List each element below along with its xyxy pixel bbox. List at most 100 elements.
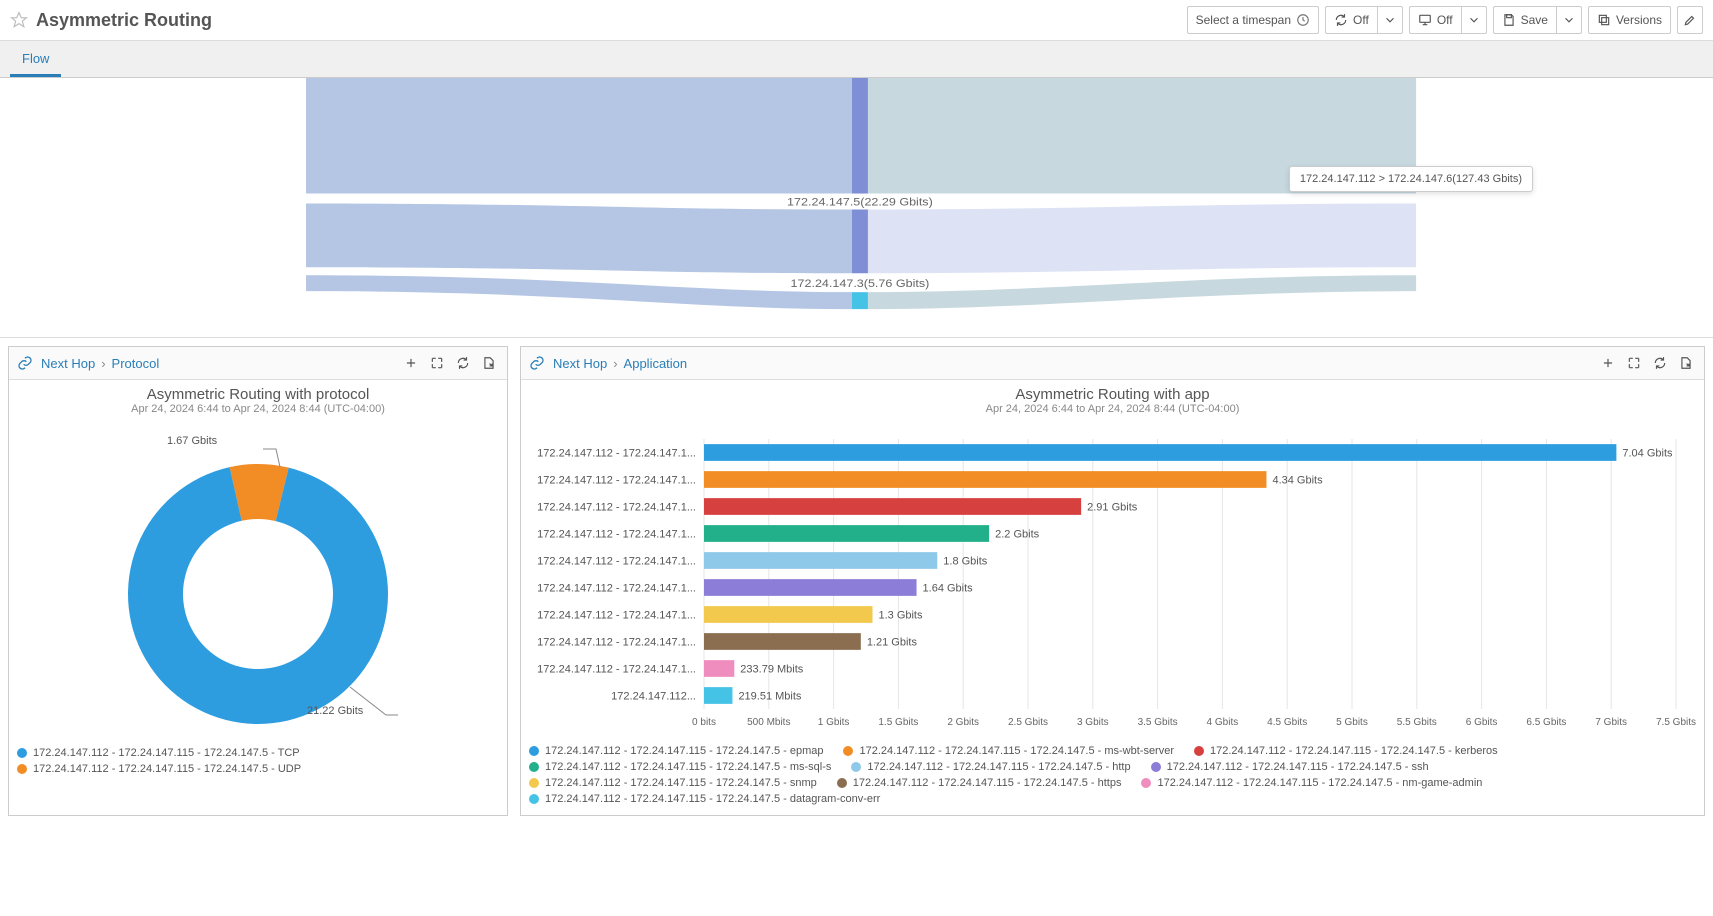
- sankey-label-mid: 172.24.147.5(22.29 Gbits): [787, 196, 933, 208]
- legend-item[interactable]: 172.24.147.112 - 172.24.147.115 - 172.24…: [837, 777, 1122, 789]
- panel-export-button[interactable]: [1676, 353, 1696, 373]
- legend-item[interactable]: 172.24.147.112 - 172.24.147.115 - 172.24…: [843, 745, 1174, 757]
- panel-expand-button[interactable]: [1624, 353, 1644, 373]
- panel-protocol: Next Hop › Protocol Asymmetric Routing w…: [8, 346, 508, 816]
- legend-label: 172.24.147.112 - 172.24.147.115 - 172.24…: [867, 761, 1130, 773]
- legend-item[interactable]: 172.24.147.112 - 172.24.147.115 - 172.24…: [1141, 777, 1482, 789]
- x-tick-label: 1.5 Gbits: [878, 717, 918, 728]
- y-tick-label: 172.24.147.112 - 172.24.147.1...: [537, 502, 696, 514]
- legend-item[interactable]: 172.24.147.112 - 172.24.147.115 - 172.24…: [1151, 761, 1429, 773]
- x-tick-label: 5 Gbits: [1336, 717, 1368, 728]
- x-tick-label: 3.5 Gbits: [1138, 717, 1178, 728]
- bar[interactable]: [704, 633, 861, 650]
- crumb-protocol[interactable]: Protocol: [112, 356, 160, 371]
- legend-label: 172.24.147.112 - 172.24.147.115 - 172.24…: [1210, 745, 1498, 757]
- bar[interactable]: [704, 471, 1266, 488]
- bar[interactable]: [704, 687, 732, 704]
- sankey-label-bot: 172.24.147.3(5.76 Gbits): [791, 278, 930, 290]
- x-tick-label: 0 bits: [692, 717, 716, 728]
- legend-item[interactable]: 172.24.147.112 - 172.24.147.115 - 172.24…: [1194, 745, 1498, 757]
- swatch-icon: [529, 794, 539, 804]
- bar-value-label: 1.64 Gbits: [923, 583, 974, 595]
- tvmode-button[interactable]: Off: [1409, 6, 1462, 34]
- legend-item[interactable]: 172.24.147.112 - 172.24.147.115 - 172.24…: [529, 793, 880, 805]
- sankey-chart[interactable]: 172.24.147.5(22.29 Gbits) 172.24.147.3(5…: [0, 78, 1713, 338]
- swatch-icon: [17, 764, 27, 774]
- panel-refresh-button[interactable]: [453, 353, 473, 373]
- autorefresh-menu[interactable]: [1377, 6, 1403, 34]
- bar-value-label: 4.34 Gbits: [1272, 475, 1323, 487]
- donut-label-tcp: 21.22 Gbits: [307, 705, 363, 717]
- tabs: Flow: [0, 41, 1713, 78]
- versions-button[interactable]: Versions: [1588, 6, 1671, 34]
- bar[interactable]: [704, 552, 937, 569]
- protocol-chart-title: Asymmetric Routing with protocol: [17, 386, 499, 403]
- swatch-icon: [1194, 746, 1204, 756]
- legend-item[interactable]: 172.24.147.112 - 172.24.147.115 - 172.24…: [17, 745, 499, 761]
- legend-item[interactable]: 172.24.147.112 - 172.24.147.115 - 172.24…: [529, 745, 823, 757]
- legend-item[interactable]: 172.24.147.112 - 172.24.147.115 - 172.24…: [529, 761, 831, 773]
- chevron-down-icon: [1467, 13, 1481, 27]
- legend-label: 172.24.147.112 - 172.24.147.115 - 172.24…: [545, 745, 823, 757]
- refresh-icon: [1334, 13, 1348, 27]
- legend-item[interactable]: 172.24.147.112 - 172.24.147.115 - 172.24…: [529, 777, 817, 789]
- tvmode-label: Off: [1437, 13, 1453, 27]
- star-icon[interactable]: [10, 11, 28, 29]
- swatch-icon: [529, 778, 539, 788]
- tvmode-menu[interactable]: [1461, 6, 1487, 34]
- tab-flow[interactable]: Flow: [10, 41, 61, 77]
- x-tick-label: 4.5 Gbits: [1267, 717, 1307, 728]
- x-tick-label: 4 Gbits: [1207, 717, 1239, 728]
- swatch-icon: [851, 762, 861, 772]
- crumb-application[interactable]: Application: [624, 356, 688, 371]
- panel-refresh-button[interactable]: [1650, 353, 1670, 373]
- legend-item[interactable]: 172.24.147.112 - 172.24.147.115 - 172.24…: [851, 761, 1130, 773]
- link-icon: [529, 355, 545, 371]
- page-title: Asymmetric Routing: [36, 10, 212, 31]
- bar[interactable]: [704, 579, 917, 596]
- legend-item[interactable]: 172.24.147.112 - 172.24.147.115 - 172.24…: [17, 761, 499, 777]
- app-chart-subtitle: Apr 24, 2024 6:44 to Apr 24, 2024 8:44 (…: [529, 403, 1696, 415]
- legend-label: 172.24.147.112 - 172.24.147.115 - 172.24…: [33, 747, 300, 759]
- legend-label: 172.24.147.112 - 172.24.147.115 - 172.24…: [545, 761, 831, 773]
- panel-add-button[interactable]: [1598, 353, 1618, 373]
- x-tick-label: 3 Gbits: [1077, 717, 1109, 728]
- x-tick-label: 6 Gbits: [1466, 717, 1498, 728]
- timespan-button[interactable]: Select a timespan: [1187, 6, 1319, 34]
- panel-expand-button[interactable]: [427, 353, 447, 373]
- save-label: Save: [1521, 13, 1548, 27]
- protocol-legend: 172.24.147.112 - 172.24.147.115 - 172.24…: [17, 739, 499, 779]
- crumb-nexthop[interactable]: Next Hop: [41, 356, 95, 371]
- edit-button[interactable]: [1677, 6, 1703, 34]
- app-chart-title: Asymmetric Routing with app: [529, 386, 1696, 403]
- bar[interactable]: [704, 444, 1616, 461]
- bar-value-label: 219.51 Mbits: [738, 691, 801, 703]
- chevron-right-icon: ›: [613, 356, 617, 371]
- panel-head-protocol: Next Hop › Protocol: [9, 347, 507, 380]
- y-tick-label: 172.24.147.112 - 172.24.147.1...: [537, 475, 696, 487]
- swatch-icon: [837, 778, 847, 788]
- save-menu[interactable]: [1556, 6, 1582, 34]
- bar[interactable]: [704, 660, 734, 677]
- bar-value-label: 2.91 Gbits: [1087, 502, 1138, 514]
- protocol-donut[interactable]: 1.67 Gbits 21.22 Gbits: [17, 419, 499, 739]
- bar-value-label: 233.79 Mbits: [740, 664, 803, 676]
- bar[interactable]: [704, 525, 989, 542]
- legend-label: 172.24.147.112 - 172.24.147.115 - 172.24…: [545, 777, 817, 789]
- app-bar-chart[interactable]: 0 bits500 Mbits1 Gbits1.5 Gbits2 Gbits2.…: [529, 419, 1696, 739]
- legend-label: 172.24.147.112 - 172.24.147.115 - 172.24…: [853, 777, 1122, 789]
- save-icon: [1502, 13, 1516, 27]
- y-tick-label: 172.24.147.112 - 172.24.147.1...: [537, 529, 696, 541]
- y-tick-label: 172.24.147.112...: [611, 691, 696, 703]
- bar[interactable]: [704, 606, 872, 623]
- monitor-icon: [1418, 13, 1432, 27]
- panel-application: Next Hop › Application Asymmetric Routin…: [520, 346, 1705, 816]
- crumb-nexthop[interactable]: Next Hop: [553, 356, 607, 371]
- save-button[interactable]: Save: [1493, 6, 1557, 34]
- swatch-icon: [1141, 778, 1151, 788]
- bar[interactable]: [704, 498, 1081, 515]
- panel-export-button[interactable]: [479, 353, 499, 373]
- panel-add-button[interactable]: [401, 353, 421, 373]
- clock-icon: [1296, 13, 1310, 27]
- autorefresh-button[interactable]: Off: [1325, 6, 1378, 34]
